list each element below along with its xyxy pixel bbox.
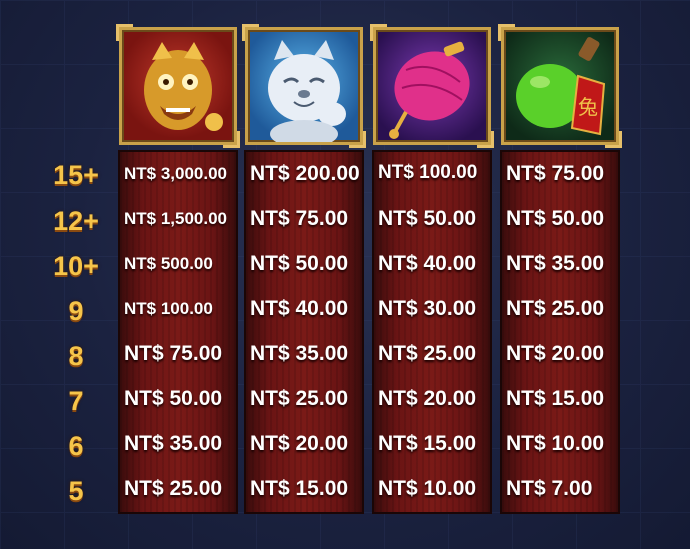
payout-value: NT$ 30.00 [378,297,477,320]
payout-value: NT$ 35.00 [506,252,605,275]
symbol-count: 5 [68,476,84,506]
payout-value: NT$ 25.00 [506,297,605,320]
payout-value: NT$ 25.00 [124,477,223,500]
payout-value: NT$ 50.00 [124,387,223,410]
payout-value: NT$ 200.00 [250,162,360,185]
payout-value: NT$ 20.00 [378,387,477,410]
payout-value: NT$ 10.00 [506,432,605,455]
payout-value: NT$ 7.00 [506,477,593,500]
payout-value: NT$ 25.00 [378,342,477,365]
symbol-count: 12+ [53,206,99,236]
payout-value: NT$ 100.00 [378,162,478,183]
payout-value: NT$ 50.00 [378,207,477,230]
paytable-column-2 [244,150,364,514]
payout-value: NT$ 40.00 [378,252,477,275]
pink-lantern-icon [370,24,494,148]
payout-value: NT$ 75.00 [506,162,605,185]
symbol-count: 10+ [53,251,99,281]
paytable-column-3 [372,150,492,514]
payout-value: NT$ 15.00 [250,477,349,500]
payout-value: NT$ 20.00 [250,432,349,455]
symbol-count: 15+ [53,160,99,190]
payout-value: NT$ 15.00 [506,387,605,410]
payout-value: NT$ 100.00 [124,299,213,318]
paytable-column-1 [118,150,238,514]
payout-value: NT$ 25.00 [250,387,349,410]
golden-lion-icon [116,24,240,148]
payout-value: NT$ 500.00 [124,254,213,273]
payout-value: NT$ 50.00 [506,207,605,230]
payout-value: NT$ 75.00 [124,342,223,365]
payout-value: NT$ 10.00 [378,477,477,500]
green-potion-icon: 兔 [498,24,622,148]
payout-value: NT$ 35.00 [250,342,349,365]
lucky-cat-icon [242,24,366,148]
symbol-count: 6 [68,431,84,461]
potion-label: 兔 [578,95,598,119]
paytable-column-4 [500,150,620,514]
payout-value: NT$ 20.00 [506,342,605,365]
payout-value: NT$ 3,000.00 [124,164,228,183]
payout-value: NT$ 40.00 [250,297,349,320]
payout-value: NT$ 1,500.00 [124,209,228,228]
symbol-count: 8 [68,341,84,371]
payout-value: NT$ 15.00 [378,432,477,455]
payout-value: NT$ 75.00 [250,207,349,230]
symbol-count: 9 [68,296,84,326]
payout-value: NT$ 35.00 [124,432,223,455]
symbol-count: 7 [68,386,84,416]
payout-value: NT$ 50.00 [250,252,349,275]
